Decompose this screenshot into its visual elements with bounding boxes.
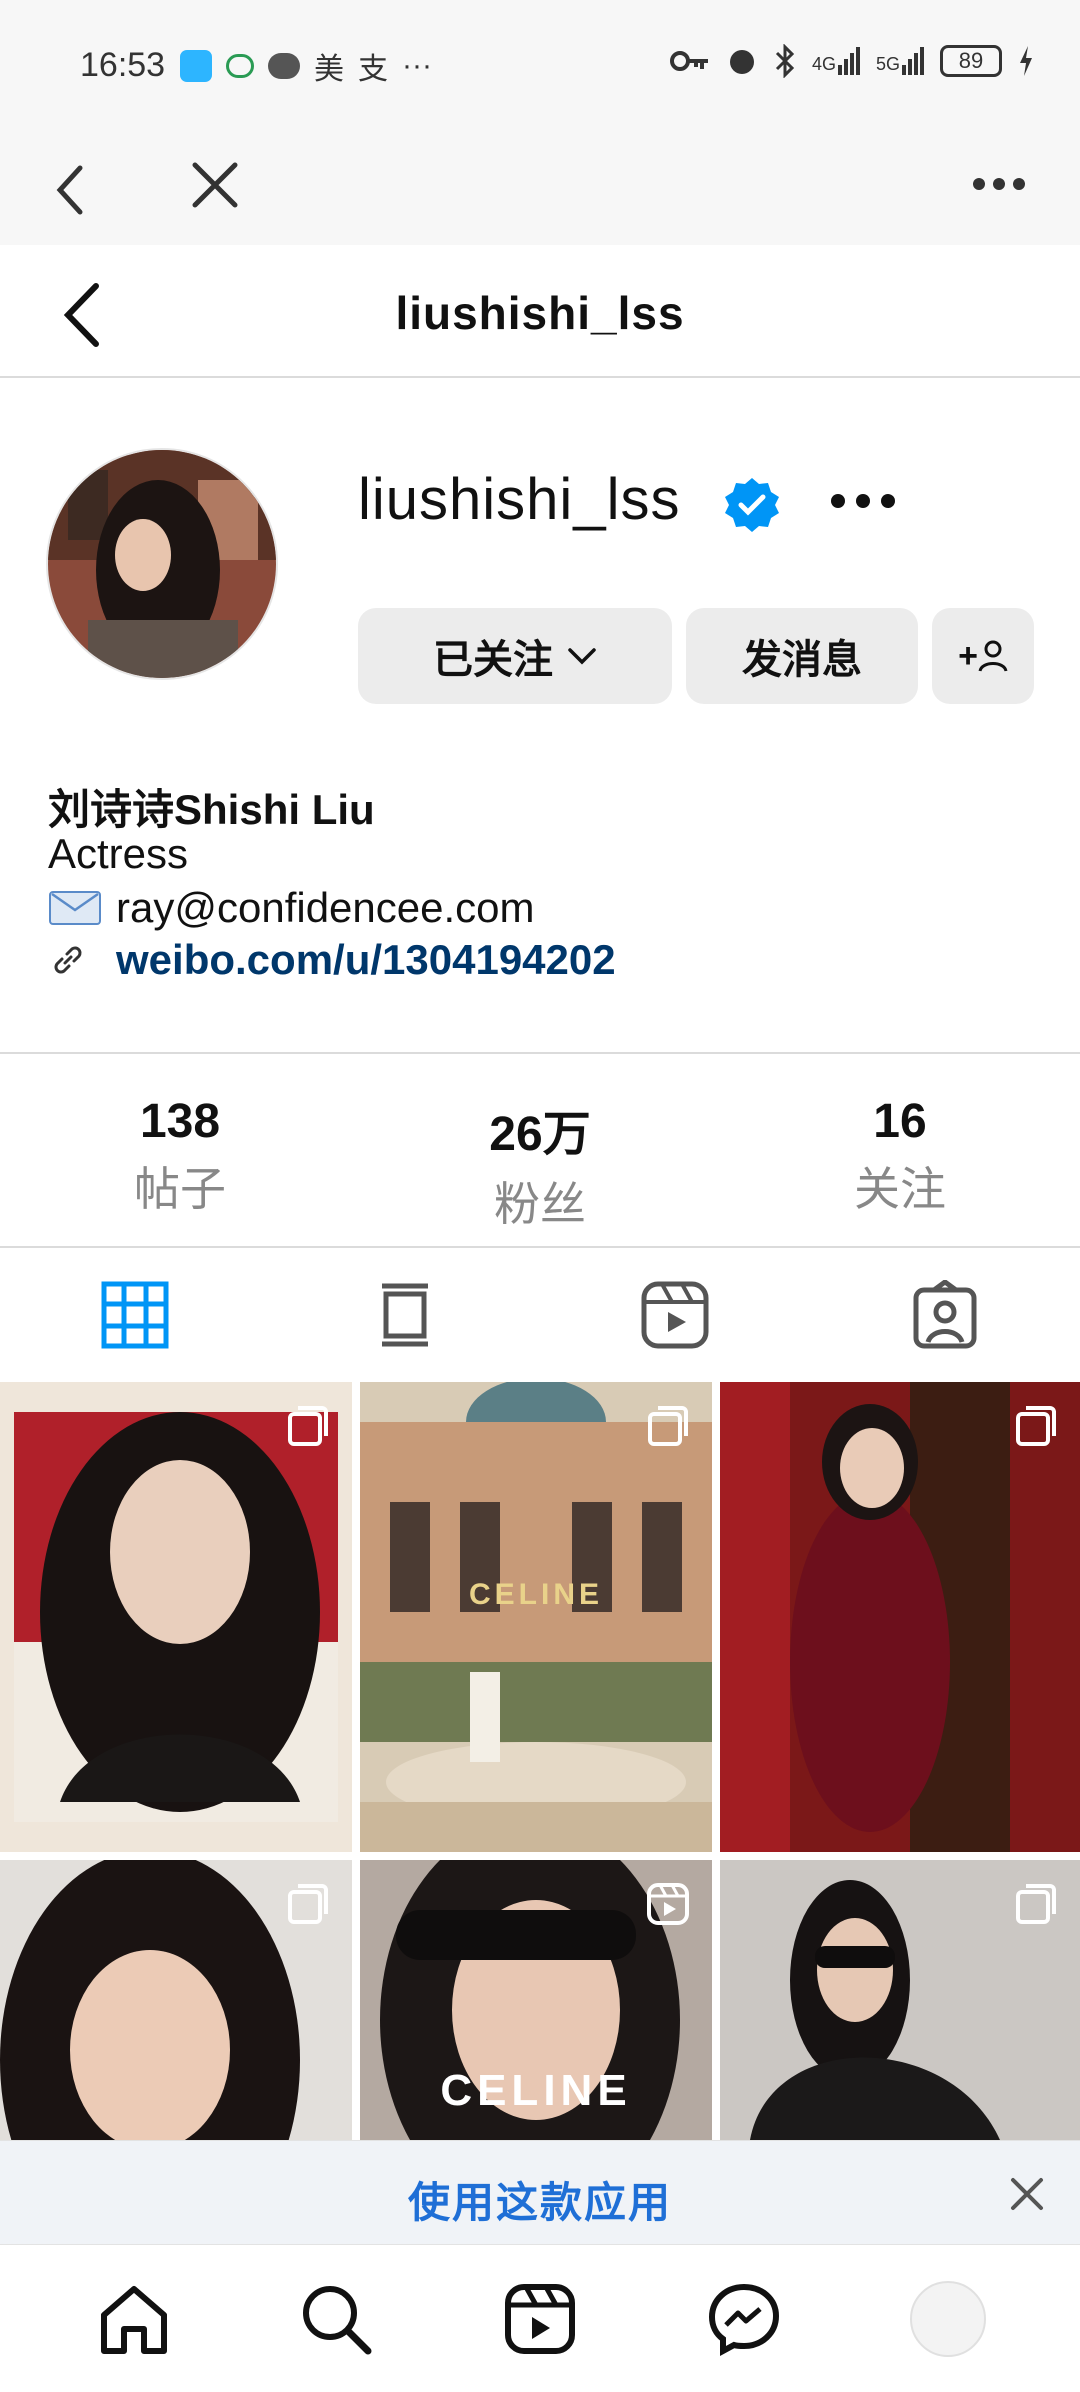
profile-full-name: 刘诗诗Shishi Liu — [48, 786, 375, 833]
bottom-nav — [0, 2244, 1080, 2392]
signal-5g: 5G — [876, 47, 925, 75]
profile-email[interactable]: ray@confidencee.com — [48, 884, 535, 932]
battery-indicator: 89 — [940, 45, 1003, 77]
grid-post[interactable]: CELINE — [360, 1382, 712, 1852]
reels-tab-icon[interactable] — [640, 1280, 710, 1350]
chat-app-icon — [226, 54, 254, 78]
carousel-icon — [1016, 1884, 1056, 1924]
carousel-icon — [288, 1884, 328, 1924]
use-app-link[interactable]: 使用这款应用 — [0, 2169, 1080, 2230]
stat-following[interactable]: 16 关注 — [770, 1094, 1030, 1219]
messenger-icon[interactable] — [706, 2281, 782, 2357]
profile-link[interactable]: weibo.com/u/1304194202 — [48, 936, 616, 984]
grid-post[interactable] — [0, 1382, 352, 1852]
add-user-button[interactable]: + — [932, 608, 1034, 704]
more-dots-icon[interactable] — [972, 174, 1026, 194]
grid-post[interactable] — [720, 1860, 1080, 2140]
grid-post[interactable]: CELINE — [360, 1860, 712, 2140]
stat-followers[interactable]: 26万 粉丝 — [410, 1094, 670, 1234]
profile-header: liushishi_lss — [0, 248, 1080, 378]
following-button[interactable]: 已关注 — [358, 608, 672, 704]
chevron-left-icon[interactable] — [50, 160, 90, 220]
grid-post[interactable] — [720, 1382, 1080, 1852]
add-person-icon — [978, 640, 1008, 672]
profile-stats: 138 帖子 26万 粉丝 16 关注 — [0, 1052, 1080, 1248]
avatar[interactable] — [46, 448, 278, 680]
post-caption: CELINE — [468, 1578, 603, 1611]
profile-more-icon[interactable] — [830, 490, 896, 512]
signal-4g: 4G — [812, 47, 861, 75]
grid-tab-icon[interactable] — [100, 1280, 170, 1350]
avatar-photo — [48, 450, 276, 678]
carousel-icon — [288, 1406, 328, 1446]
system-icons: 4G 5G 89 — [670, 44, 1034, 78]
close-icon[interactable] — [190, 160, 240, 210]
app-badge-mei: 美 — [314, 53, 344, 86]
grid-post[interactable] — [0, 1860, 352, 2140]
post-photo — [360, 1382, 712, 1852]
charging-icon — [1020, 46, 1033, 76]
reel-icon — [647, 1883, 689, 1925]
profile-tabs — [0, 1250, 1080, 1380]
link-icon — [54, 946, 82, 974]
page-title: liushishi_lss — [395, 287, 685, 339]
status-bar: 16:53 美 支 ··· 4G 5G 89 — [0, 0, 1080, 130]
message-button[interactable]: 发消息 — [686, 608, 918, 704]
reels-nav-icon[interactable] — [502, 2281, 578, 2357]
post-photo — [14, 1412, 338, 1822]
stat-posts[interactable]: 138 帖子 — [50, 1094, 310, 1219]
close-banner-icon[interactable] — [1010, 2177, 1044, 2211]
profile-nav-avatar[interactable] — [910, 2281, 986, 2357]
search-icon[interactable] — [298, 2281, 374, 2357]
browser-toolbar — [0, 130, 1080, 245]
post-photo — [720, 1382, 1080, 1852]
carousel-icon — [1016, 1406, 1056, 1446]
carousel-icon — [648, 1406, 688, 1446]
status-time: 16:53 — [80, 46, 166, 84]
verified-badge-icon — [725, 478, 779, 532]
feed-tab-icon[interactable] — [370, 1280, 440, 1350]
key-icon — [670, 51, 708, 71]
alarm-icon — [730, 50, 754, 74]
book-app-icon — [180, 50, 212, 82]
notification-icons: 美 支 ··· — [180, 44, 432, 88]
app-badge-zhi: 支 — [358, 53, 388, 86]
home-icon[interactable] — [96, 2281, 172, 2357]
bluetooth-icon — [775, 44, 795, 78]
profile-username: liushishi_lss — [358, 467, 681, 532]
email-icon — [49, 891, 101, 925]
post-caption: CELINE — [440, 2066, 632, 2115]
wechat-icon — [268, 53, 300, 79]
chevron-down-icon — [568, 648, 596, 665]
tagged-tab-icon[interactable] — [910, 1280, 980, 1350]
profile-category: Actress — [48, 830, 189, 877]
use-app-banner[interactable]: 使用这款应用 — [0, 2140, 1080, 2244]
more-notifications: ··· — [402, 49, 432, 82]
